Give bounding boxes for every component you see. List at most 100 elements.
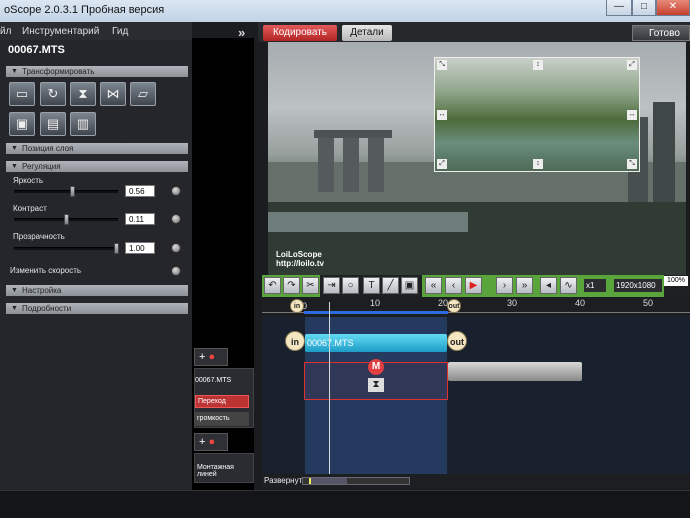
logo-url: http://loilo.tv [276,259,324,268]
resize-handle-icon[interactable]: ⤢ [437,159,447,169]
menu-bar: йл Инструментарий Гид [0,22,192,40]
text-icon[interactable]: T [363,277,380,294]
move-handle-icon[interactable]: ↕ [533,60,543,70]
maximize-button[interactable]: □ [632,0,656,16]
cut-icon[interactable]: ✂ [302,277,319,294]
minimize-button[interactable]: — [606,0,632,16]
loop-icon[interactable]: ○ [342,277,359,294]
track-header: 00067.MTS Переход громкость [194,368,254,428]
expand-arrow-icon: ▼ [11,287,18,294]
timeline-toolbar: ↶ ↷ ✂ ⇥ ○ T ╱ ▣ « ‹ ▶ › » ◂ ∿ x1 1920x10… [262,275,690,297]
brightness-reset-knob[interactable] [171,186,181,196]
marker-button[interactable]: M [368,359,384,375]
video-clip[interactable]: 00067.MTS [305,334,447,352]
resolution-select[interactable]: 1920x1080 [614,279,662,292]
opacity-label: Прозрачность [13,232,65,241]
resize-handle-icon[interactable]: ⤡ [627,159,637,169]
slider-thumb[interactable] [64,214,69,225]
details-button[interactable]: Детали [342,25,392,41]
change-speed-knob[interactable] [171,266,181,276]
close-button[interactable]: ✕ [656,0,690,16]
fill-icon[interactable]: ▣ [9,112,35,136]
ruler-in-marker[interactable]: in [290,299,304,313]
stretch-icon[interactable]: ▤ [40,112,66,136]
ruler-tick: 50 [643,298,654,308]
step-back-icon[interactable]: ‹ [445,277,462,294]
ruler-out-marker[interactable]: out [447,299,461,313]
resize-handle-icon[interactable]: ⤡ [437,60,447,70]
clip-in-button[interactable]: in [285,331,305,351]
section-label: Позиция слоя [22,144,74,153]
slider-thumb[interactable] [114,243,119,254]
header-bar: » Кодировать Детали Готово [238,22,690,42]
audio-track-bar[interactable] [448,362,582,381]
scale-icon[interactable]: ▥ [70,112,96,136]
move-handle-icon[interactable]: ↔ [627,110,637,120]
opacity-reset-knob[interactable] [171,243,181,253]
redo-icon[interactable]: ↷ [283,277,300,294]
status-bar [0,490,690,518]
crop-icon[interactable]: ▱ [130,82,156,106]
pen-icon[interactable]: ╱ [382,277,399,294]
step-forward-icon[interactable]: › [496,277,513,294]
playhead[interactable] [329,302,330,474]
encode-button[interactable]: Кодировать [263,25,337,41]
transition-icon[interactable]: ⧗ [368,378,384,392]
scrollbar-thumb[interactable] [309,478,347,484]
rotate-icon[interactable]: ↻ [40,82,66,106]
brightness-slider[interactable] [14,186,118,197]
split-icon[interactable]: ⇥ [323,277,340,294]
section-label: Трансформировать [22,67,95,76]
transition-tab[interactable]: Переход [195,395,249,408]
play-icon[interactable]: ▶ [465,277,482,294]
undo-icon[interactable]: ↶ [264,277,281,294]
brightness-value[interactable]: 0.56 [125,185,155,197]
timeline-scrollbar[interactable] [302,477,410,485]
section-layer-position[interactable]: ▼ Позиция слоя [6,143,188,154]
opacity-value[interactable]: 1.00 [125,242,155,254]
section-settings[interactable]: ▼ Настройка [6,285,188,296]
contrast-value[interactable]: 0.11 [125,213,155,225]
section-label: Настройка [22,286,62,295]
add-label: + [199,436,206,448]
opacity-slider[interactable] [14,243,119,254]
add-track-button[interactable]: + ● [194,433,228,451]
overlay-video-layer[interactable]: ⤡ ↕ ⤢ ↔ ↔ ⤢ ↕ ⤡ [434,57,640,172]
rewind-icon[interactable]: « [425,277,442,294]
section-transform[interactable]: ▼ Трансформировать [6,66,188,77]
move-handle-icon[interactable]: ↕ [533,159,543,169]
contrast-slider[interactable] [14,214,118,225]
ruler-tick: 40 [575,298,586,308]
menu-guide[interactable]: Гид [112,26,128,37]
brightness-label: Яркость [13,176,44,185]
section-adjustment[interactable]: ▼ Регуляция [6,161,188,172]
menu-tools[interactable]: Инструментарий [22,26,99,37]
slider-thumb[interactable] [70,186,75,197]
resize-handle-icon[interactable]: ⤢ [627,60,637,70]
add-track-button[interactable]: + ● [194,348,228,366]
ready-button[interactable]: Готово [632,25,690,41]
logo-name: LoiLoScope [276,250,322,259]
clip-out-button[interactable]: out [447,331,467,351]
volume-tab[interactable]: громкость [195,412,249,426]
fast-forward-icon[interactable]: » [516,277,533,294]
move-handle-icon[interactable]: ↔ [437,110,447,120]
collapse-arrows-icon[interactable]: » [238,25,245,40]
expand-arrow-icon: ▼ [11,68,18,75]
waveform-icon[interactable]: ∿ [560,277,577,294]
properties-panel: 00067.MTS ▼ Трансформировать ▭ ↻ ⧗ ⋈ ▱ ▣ … [0,40,192,490]
timeline-ruler[interactable]: 0 10 20 30 40 50 in out [262,297,690,317]
expand-arrow-icon: ▼ [11,145,18,152]
clip-title: 00067.MTS [8,44,65,56]
speed-select[interactable]: x1 [584,279,606,292]
menu-file[interactable]: йл [0,26,11,37]
volume-icon[interactable]: ◂ [540,277,557,294]
flip-vertical-icon[interactable]: ⧗ [70,82,96,106]
video-preview[interactable]: ⤡ ↕ ⤢ ↔ ↔ ⤢ ↕ ⤡ LoiLoScope http://loilo.t… [268,42,686,275]
contrast-reset-knob[interactable] [171,214,181,224]
watermark-logo: LoiLoScope http://loilo.tv [276,250,324,268]
snapshot-icon[interactable]: ▣ [401,277,418,294]
flip-horizontal-icon[interactable]: ⋈ [100,82,126,106]
fit-icon[interactable]: ▭ [9,82,35,106]
section-details[interactable]: ▼ Подробности [6,303,188,314]
